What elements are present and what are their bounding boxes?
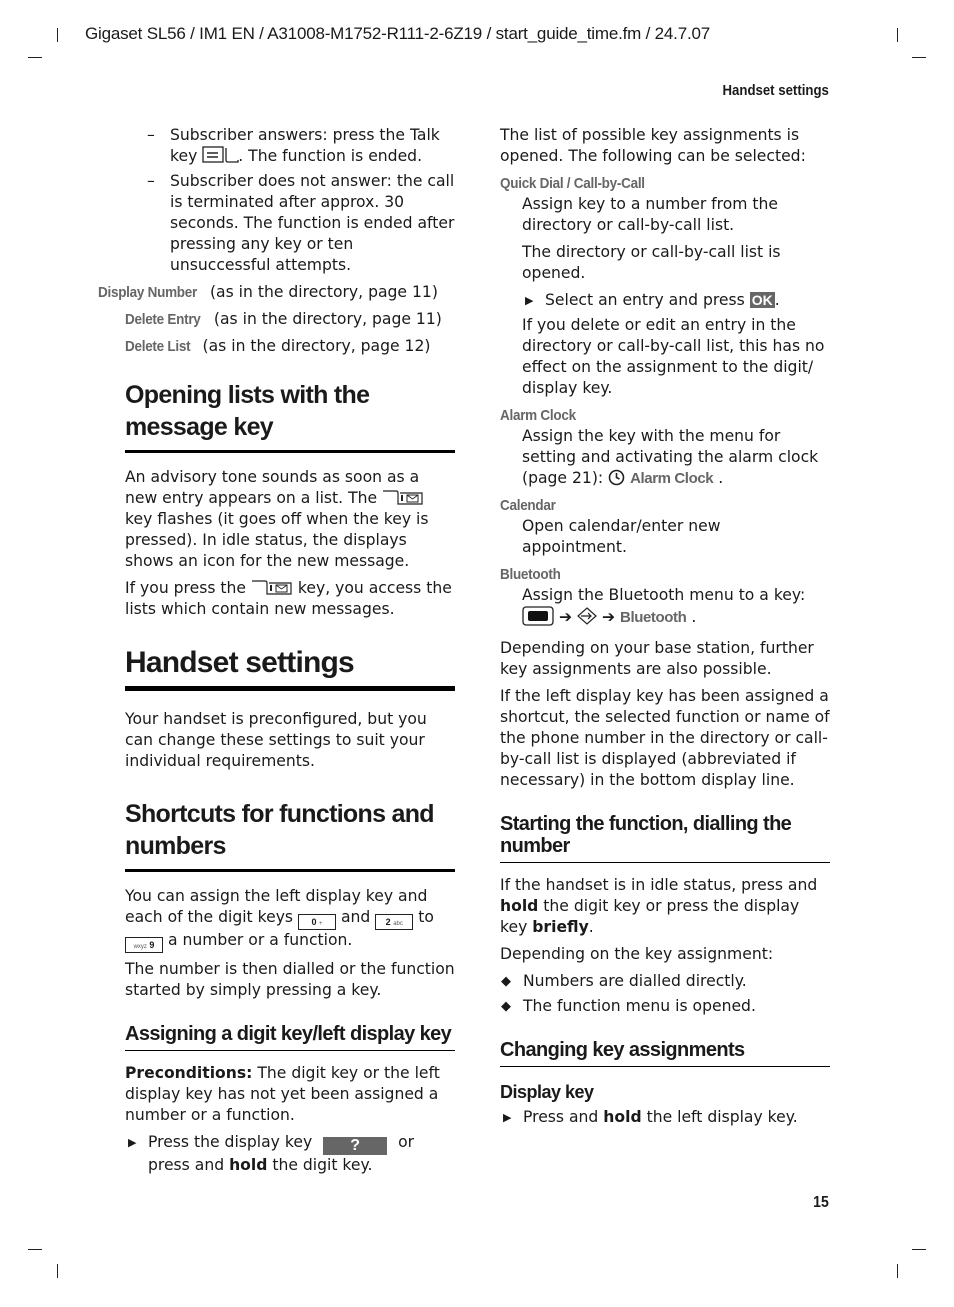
talk-key-icon [202,146,239,163]
section-heading: Handset settings [125,646,455,691]
sub-subsection-heading: Display key [500,1082,594,1102]
paragraph: Open calendar/enter new appointment. [522,517,721,556]
diamond-bullet-icon: ◆ [501,974,511,989]
crop-mark [28,1249,42,1250]
menu-ref: Display Number (as in the directory, pag… [98,283,438,301]
paragraph: If you delete or edit an entry in the di… [522,316,825,397]
ok-key-icon: OK [749,292,775,308]
dash-marker: – [147,172,155,190]
option-calendar: Calendar Open calendar/enter new appoint… [500,495,830,558]
paragraph: Assign the key with the menu for setting… [522,427,819,487]
menu-key-icon [522,606,554,626]
display-key-icon: ? [323,1137,388,1155]
subsection-heading: Assigning a digit key/left display key [125,1023,455,1051]
crop-mark [28,57,42,58]
paragraph: If you press the key, you access the lis… [125,579,452,618]
section-heading: Shortcuts for functions and numbers [125,798,455,872]
dash-item: – Subscriber answers: press the Talk key… [147,126,440,165]
crop-mark [897,1264,898,1278]
menu-label: Alarm Clock [630,470,714,487]
subsection-heading: Changing key assignments [500,1039,830,1067]
menu-path: ➔ ➔ Bluetooth . [522,606,830,628]
menu-label: Display Number [98,284,197,301]
paragraph: The list of possible key assignments is … [500,126,806,165]
menu-label: Bluetooth [620,609,687,626]
crop-mark [912,1249,926,1250]
option-quick-dial: Quick Dial / Call-by-Call Assign key to … [500,173,830,399]
paragraph: The number is then dialled or the functi… [125,960,455,999]
option-label: Bluetooth [500,566,561,583]
dash-item: – Subscriber does not answer: the call i… [147,172,455,274]
digit-key-2-icon: 2 abc [375,914,414,930]
menu-ref: Delete List (as in the directory, page 1… [125,337,431,355]
dash-marker: – [147,126,155,144]
option-alarm-clock: Alarm Clock Assign the key with the menu… [500,405,830,489]
paragraph: The directory or call-by-call list is op… [522,243,781,282]
triangle-bullet-icon: ▶ [525,294,534,307]
option-label: Quick Dial / Call-by-Call [500,175,645,192]
paragraph: If the handset is in idle status, press … [500,876,818,936]
triangle-bullet-icon: ▶ [128,1136,137,1149]
section-heading: Opening lists with the message key [125,379,455,453]
bullet-item: ◆ The function menu is opened. [501,997,756,1015]
navigation-key-icon [577,607,597,626]
option-label: Alarm Clock [500,407,576,424]
step-item: ▶ Press and hold the left display key. [503,1108,798,1126]
paragraph: If the left display key has been assigne… [500,687,830,789]
paragraph: Preconditions: The digit key or the left… [125,1064,440,1124]
paragraph: Depending on the key assignment: [500,945,774,963]
option-label: Calendar [500,497,556,514]
crop-mark [57,1264,58,1278]
subsection-heading: Starting the function, dialling the numb… [500,813,830,863]
arrow-icon: ➔ [601,608,616,626]
message-key-icon [382,489,424,507]
bullet-item: ◆ Numbers are dialled directly. [501,972,747,990]
left-column: – Subscriber answers: press the Talk key… [98,125,455,1180]
crop-mark [912,57,926,58]
crop-mark [897,28,898,42]
diamond-bullet-icon: ◆ [501,999,511,1014]
crop-mark [57,28,58,42]
step-item: ▶ Select an entry and press OK. [525,291,780,309]
option-bluetooth: Bluetooth Assign the Bluetooth menu to a… [500,564,830,628]
running-title: Handset settings [722,82,829,99]
alarm-clock-icon [608,469,625,487]
step-item: ▶ Press the display key ? or press and h… [128,1133,415,1174]
paragraph: Depending on your base station, further … [500,639,814,678]
paragraph: Assign the Bluetooth menu to a key: [522,586,806,604]
paragraph: You can assign the left display key and … [125,886,455,953]
document-meta-header: Gigaset SL56 / IM1 EN / A31008-M1752-R11… [85,24,710,43]
paragraph: An advisory tone sounds as soon as a new… [125,468,429,570]
digit-key-0-icon: 0 + [298,914,337,930]
menu-label: Delete Entry [125,311,201,328]
digit-key-9-icon: wxyz 9 [125,937,163,953]
menu-label: Delete List [125,338,191,355]
message-key-icon [251,579,293,597]
triangle-bullet-icon: ▶ [503,1111,512,1124]
arrow-icon: ➔ [558,608,573,626]
paragraph: Assign key to a number from the director… [522,195,779,234]
menu-ref: Delete Entry (as in the directory, page … [125,310,442,328]
right-column: The list of possible key assignments is … [500,125,830,1132]
page-number: 15 [813,1194,829,1211]
paragraph: Your handset is preconfigured, but you c… [125,710,427,770]
